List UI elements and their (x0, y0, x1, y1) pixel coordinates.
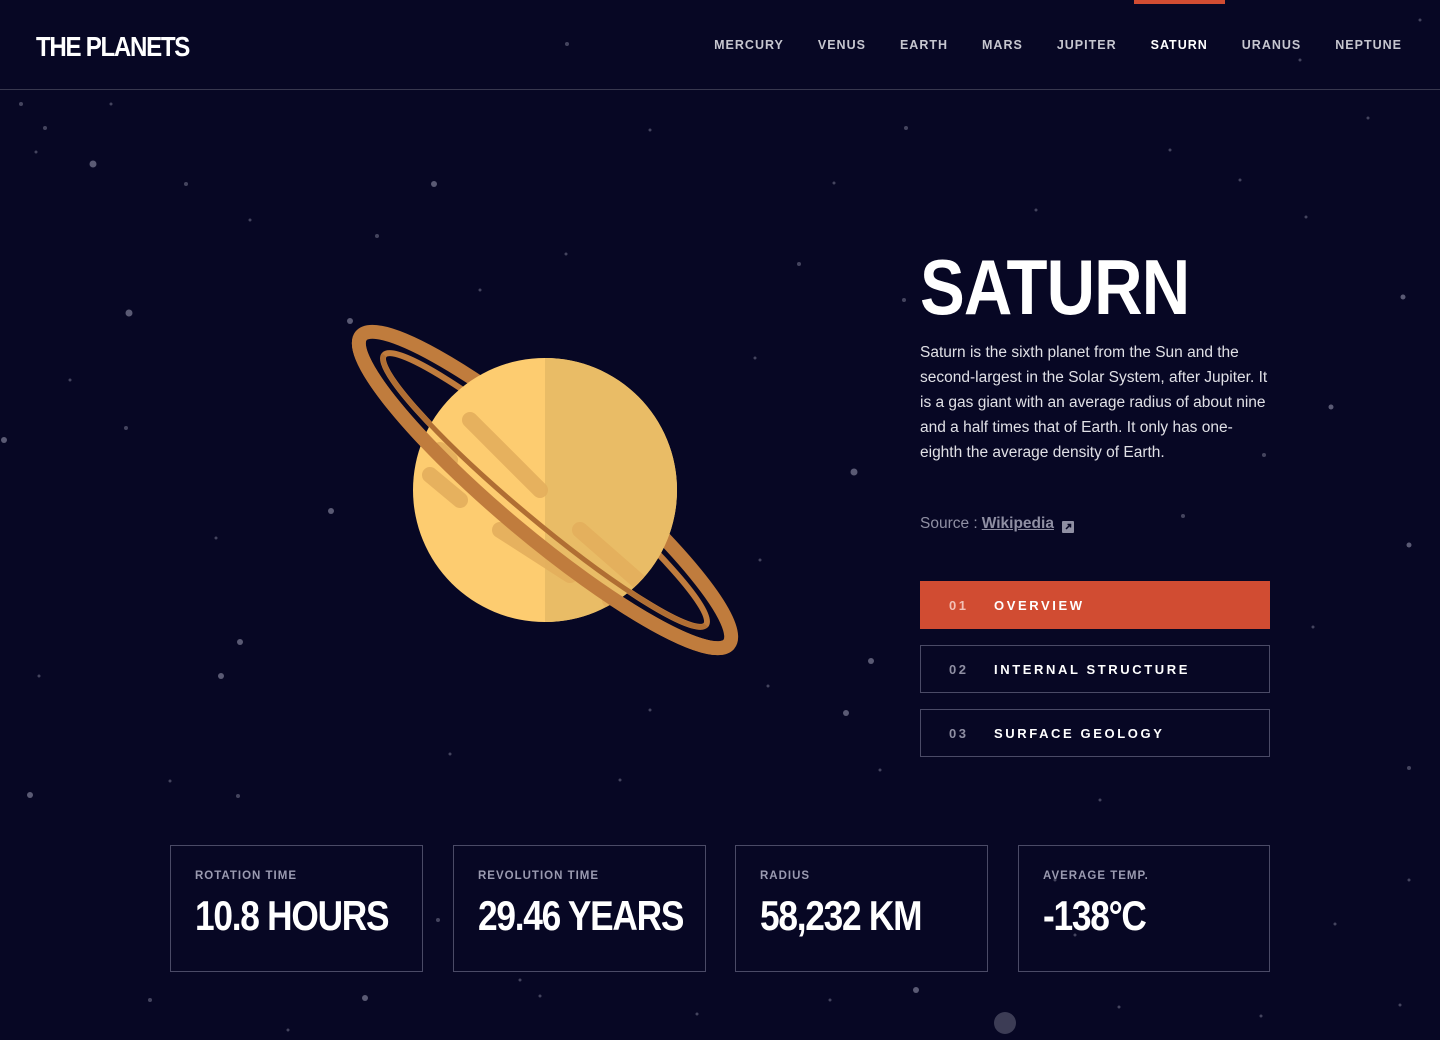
nav-item-earth[interactable]: EARTH (883, 0, 965, 90)
nav-item-neptune[interactable]: NEPTUNE (1318, 0, 1402, 90)
site-logo[interactable]: THE PLANETS (36, 31, 190, 63)
tab-label: OVERVIEW (994, 597, 1085, 613)
source-line: Source : Wikipedia (920, 515, 1074, 533)
tab-overview[interactable]: 01 OVERVIEW (920, 581, 1270, 629)
tab-number: 03 (949, 725, 969, 741)
stat-revolution-time: REVOLUTION TIME 29.46 YEARS (453, 845, 706, 972)
stat-radius: RADIUS 58,232 KM (735, 845, 988, 972)
tab-surface-geology[interactable]: 03 SURFACE GEOLOGY (920, 709, 1270, 757)
nav-item-jupiter[interactable]: JUPITER (1040, 0, 1134, 90)
stat-rotation-time: ROTATION TIME 10.8 HOURS (170, 845, 423, 972)
nav-item-saturn[interactable]: SATURN (1133, 0, 1225, 90)
saturn-illustration (340, 300, 750, 700)
tab-internal-structure[interactable]: 02 INTERNAL STRUCTURE (920, 645, 1270, 693)
stat-value: 29.46 YEARS (478, 892, 684, 939)
stat-value: 58,232 KM (760, 892, 923, 939)
stat-label: AVERAGE TEMP. (1043, 870, 1149, 882)
site-header: THE PLANETS MERCURY VENUS EARTH MARS JUP… (0, 0, 1440, 90)
stat-value: -138°C (1043, 892, 1147, 939)
stat-label: ROTATION TIME (195, 870, 298, 882)
tab-label: INTERNAL STRUCTURE (994, 661, 1191, 677)
wikipedia-link[interactable]: Wikipedia (982, 515, 1054, 533)
nav-item-mars[interactable]: MARS (965, 0, 1040, 90)
page: THE PLANETS MERCURY VENUS EARTH MARS JUP… (0, 0, 1440, 1040)
stat-value: 10.8 HOURS (195, 892, 390, 939)
planet-nav: MERCURY VENUS EARTH MARS JUPITER SATURN … (697, 0, 1402, 90)
tab-number: 01 (949, 597, 969, 613)
nav-item-mercury[interactable]: MERCURY (697, 0, 801, 90)
planet-title: SATURN (920, 243, 1190, 331)
stat-label: REVOLUTION TIME (478, 870, 600, 882)
nav-item-venus[interactable]: VENUS (801, 0, 883, 90)
tab-number: 02 (949, 661, 969, 677)
external-link-icon[interactable] (1061, 520, 1074, 533)
tab-label: SURFACE GEOLOGY (994, 725, 1165, 741)
source-prefix: Source : (920, 515, 978, 532)
nav-item-uranus[interactable]: URANUS (1225, 0, 1318, 90)
planet-description: Saturn is the sixth planet from the Sun … (920, 344, 1268, 461)
stat-average-temp: AVERAGE TEMP. -138°C (1018, 845, 1270, 972)
stat-label: RADIUS (760, 870, 811, 882)
